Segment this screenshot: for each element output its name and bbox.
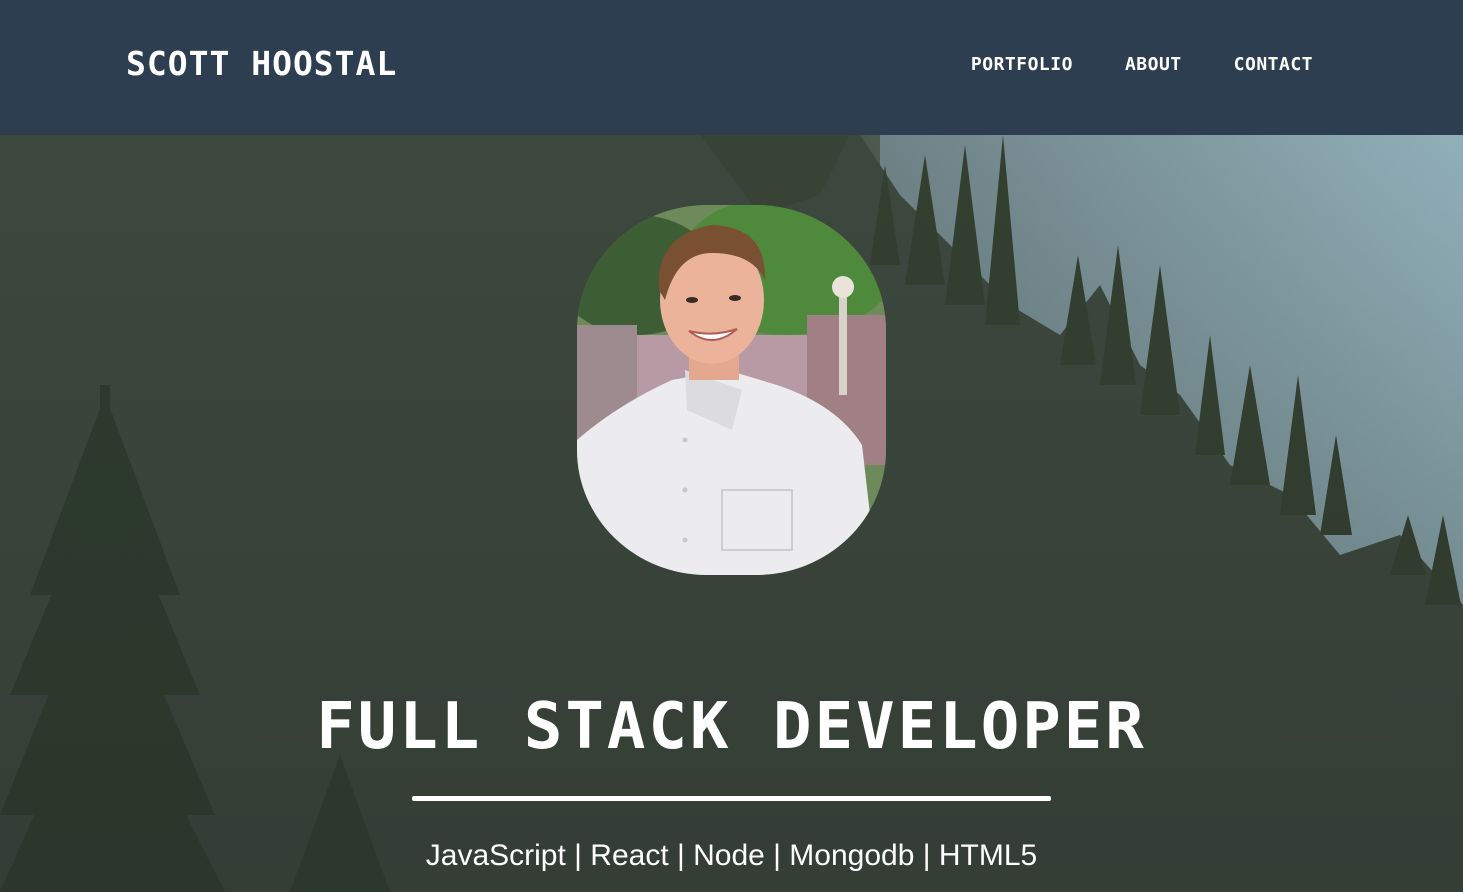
brand-logo[interactable]: SCOTT HOOSTAL	[126, 44, 397, 83]
profile-photo	[577, 205, 886, 575]
nav-link-portfolio[interactable]: PORTFOLIO	[971, 54, 1073, 75]
hero-title: FULL STACK DEVELOPER	[316, 690, 1147, 764]
nav-link-about[interactable]: ABOUT	[1125, 54, 1182, 75]
nav-link-contact[interactable]: CONTACT	[1234, 54, 1313, 75]
skills-list: JavaScript | React | Node | Mongodb | HT…	[425, 839, 1038, 872]
nav-links: PORTFOLIO ABOUT CONTACT	[971, 54, 1313, 75]
hero-section: FULL STACK DEVELOPER JavaScript | React …	[0, 135, 1463, 892]
title-divider	[412, 796, 1051, 801]
navbar: SCOTT HOOSTAL PORTFOLIO ABOUT CONTACT	[0, 0, 1463, 135]
